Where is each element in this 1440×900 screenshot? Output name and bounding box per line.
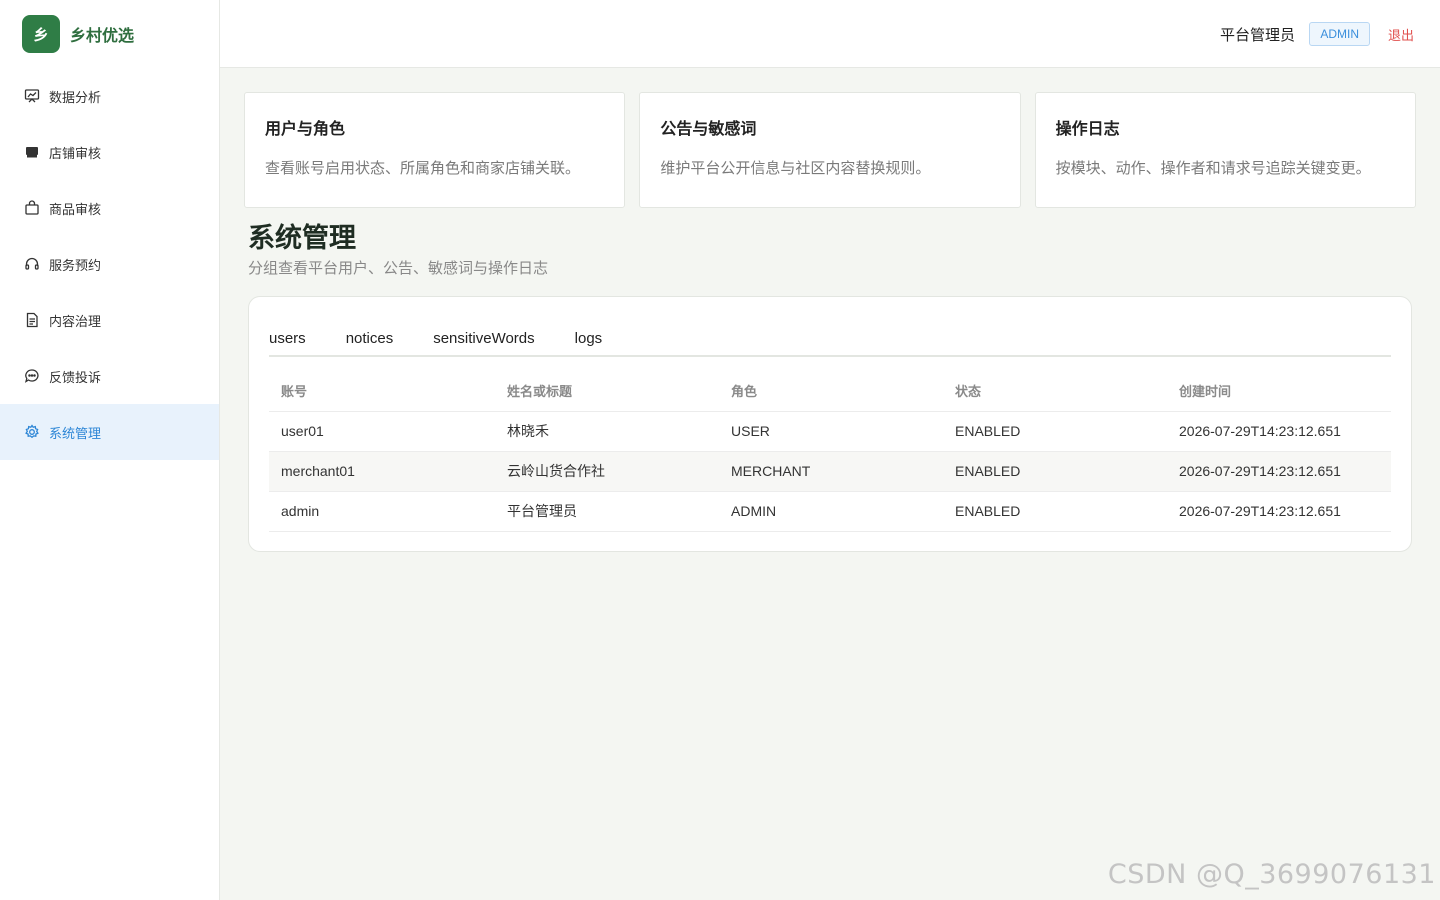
brand-name: 乡村优选 [70,28,135,45]
sidebar-nav: 数据分析 店铺审核 商品审核 服务预约 内容治理 反馈投诉 系统管理 [0,68,219,460]
cell-name: 平台管理员 [495,491,719,532]
chart-icon [24,88,40,104]
logout-link[interactable]: 退出 [1388,25,1414,44]
bag-icon [24,200,40,216]
store-icon [24,144,40,160]
column-header-status: 状态 [943,371,1167,412]
cell-name: 林晓禾 [495,411,719,452]
cell-status: ENABLED [943,451,1167,492]
sidebar-item-label: 系统管理 [49,425,102,441]
cell-role: ADMIN [719,491,943,532]
watermark: CSDN @Q_3699076131 [1107,859,1436,890]
role-badge: ADMIN [1309,22,1370,46]
system-panel: users notices sensitiveWords logs 账号 姓名或… [248,296,1412,552]
cell-account: admin [269,491,495,532]
sidebar-item-feedback[interactable]: 反馈投诉 [0,348,219,404]
cell-role: USER [719,411,943,452]
column-header-name: 姓名或标题 [495,371,719,412]
tab-users[interactable]: users [269,330,306,355]
card-description: 维护平台公开信息与社区内容替换规则。 [660,160,931,177]
cell-account: merchant01 [269,451,495,492]
table-row[interactable]: admin 平台管理员 ADMIN ENABLED 2026-07-29T14:… [269,491,1391,532]
cell-status: ENABLED [943,491,1167,532]
cell-created-at: 2026-07-29T14:23:12.651 [1167,491,1391,532]
sidebar-item-product-review[interactable]: 商品审核 [0,180,219,236]
table-header-row: 账号 姓名或标题 角色 状态 创建时间 [269,371,1391,412]
tab-bar: users notices sensitiveWords logs [269,297,1391,357]
sidebar-item-label: 内容治理 [49,313,102,329]
sidebar-item-system-management[interactable]: 系统管理 [0,404,219,460]
document-icon [24,312,40,328]
column-header-role: 角色 [719,371,943,412]
users-table: 账号 姓名或标题 角色 状态 创建时间 user01 林晓禾 USER ENAB… [269,371,1391,532]
sidebar-item-content-governance[interactable]: 内容治理 [0,292,219,348]
sidebar-item-data-analysis[interactable]: 数据分析 [0,68,219,124]
cell-account: user01 [269,411,495,452]
card-operation-logs: 操作日志 按模块、动作、操作者和请求号追踪关键变更。 [1034,92,1416,208]
card-title: 公告与敏感词 [660,121,757,138]
card-title: 操作日志 [1055,121,1120,138]
column-header-created-at: 创建时间 [1167,371,1391,412]
cell-status: ENABLED [943,411,1167,452]
headset-icon [24,256,40,272]
brand-logo: 乡 [22,15,60,53]
tab-sensitive-words[interactable]: sensitiveWords [433,330,534,355]
sidebar-item-label: 反馈投诉 [49,369,102,385]
current-user-name: 平台管理员 [1219,27,1295,44]
card-description: 查看账号启用状态、所属角色和商家店铺关联。 [265,160,581,177]
gear-icon [24,424,40,440]
sidebar-item-service-booking[interactable]: 服务预约 [0,236,219,292]
sidebar-item-label: 商品审核 [49,201,102,217]
brand[interactable]: 乡 乡村优选 [0,0,219,68]
column-header-account: 账号 [269,371,495,412]
tab-notices[interactable]: notices [346,330,394,355]
sidebar: 乡 乡村优选 数据分析 店铺审核 商品审核 服务预约 内容治理 反馈投诉 系统管… [0,0,220,900]
table-row[interactable]: merchant01 云岭山货合作社 MERCHANT ENABLED 2026… [269,451,1391,492]
card-description: 按模块、动作、操作者和请求号追踪关键变更。 [1055,160,1371,177]
cell-created-at: 2026-07-29T14:23:12.651 [1167,411,1391,452]
top-header: 平台管理员 ADMIN 退出 [220,0,1440,68]
sidebar-item-store-review[interactable]: 店铺审核 [0,124,219,180]
chat-icon [24,368,40,384]
sidebar-item-label: 服务预约 [49,257,102,273]
cell-name: 云岭山货合作社 [495,451,719,492]
card-title: 用户与角色 [265,121,346,138]
tab-logs[interactable]: logs [575,330,603,355]
sidebar-item-label: 数据分析 [49,89,102,105]
page-title: 系统管理 [248,223,356,253]
sidebar-item-label: 店铺审核 [49,145,102,161]
card-notices-words: 公告与敏感词 维护平台公开信息与社区内容替换规则。 [639,92,1021,208]
cell-created-at: 2026-07-29T14:23:12.651 [1167,451,1391,492]
cell-role: MERCHANT [719,451,943,492]
info-cards: 用户与角色 查看账号启用状态、所属角色和商家店铺关联。 公告与敏感词 维护平台公… [244,92,1416,208]
card-users-roles: 用户与角色 查看账号启用状态、所属角色和商家店铺关联。 [244,92,626,208]
page-subtitle: 分组查看平台用户、公告、敏感词与操作日志 [248,260,549,277]
table-row[interactable]: user01 林晓禾 USER ENABLED 2026-07-29T14:23… [269,411,1391,452]
